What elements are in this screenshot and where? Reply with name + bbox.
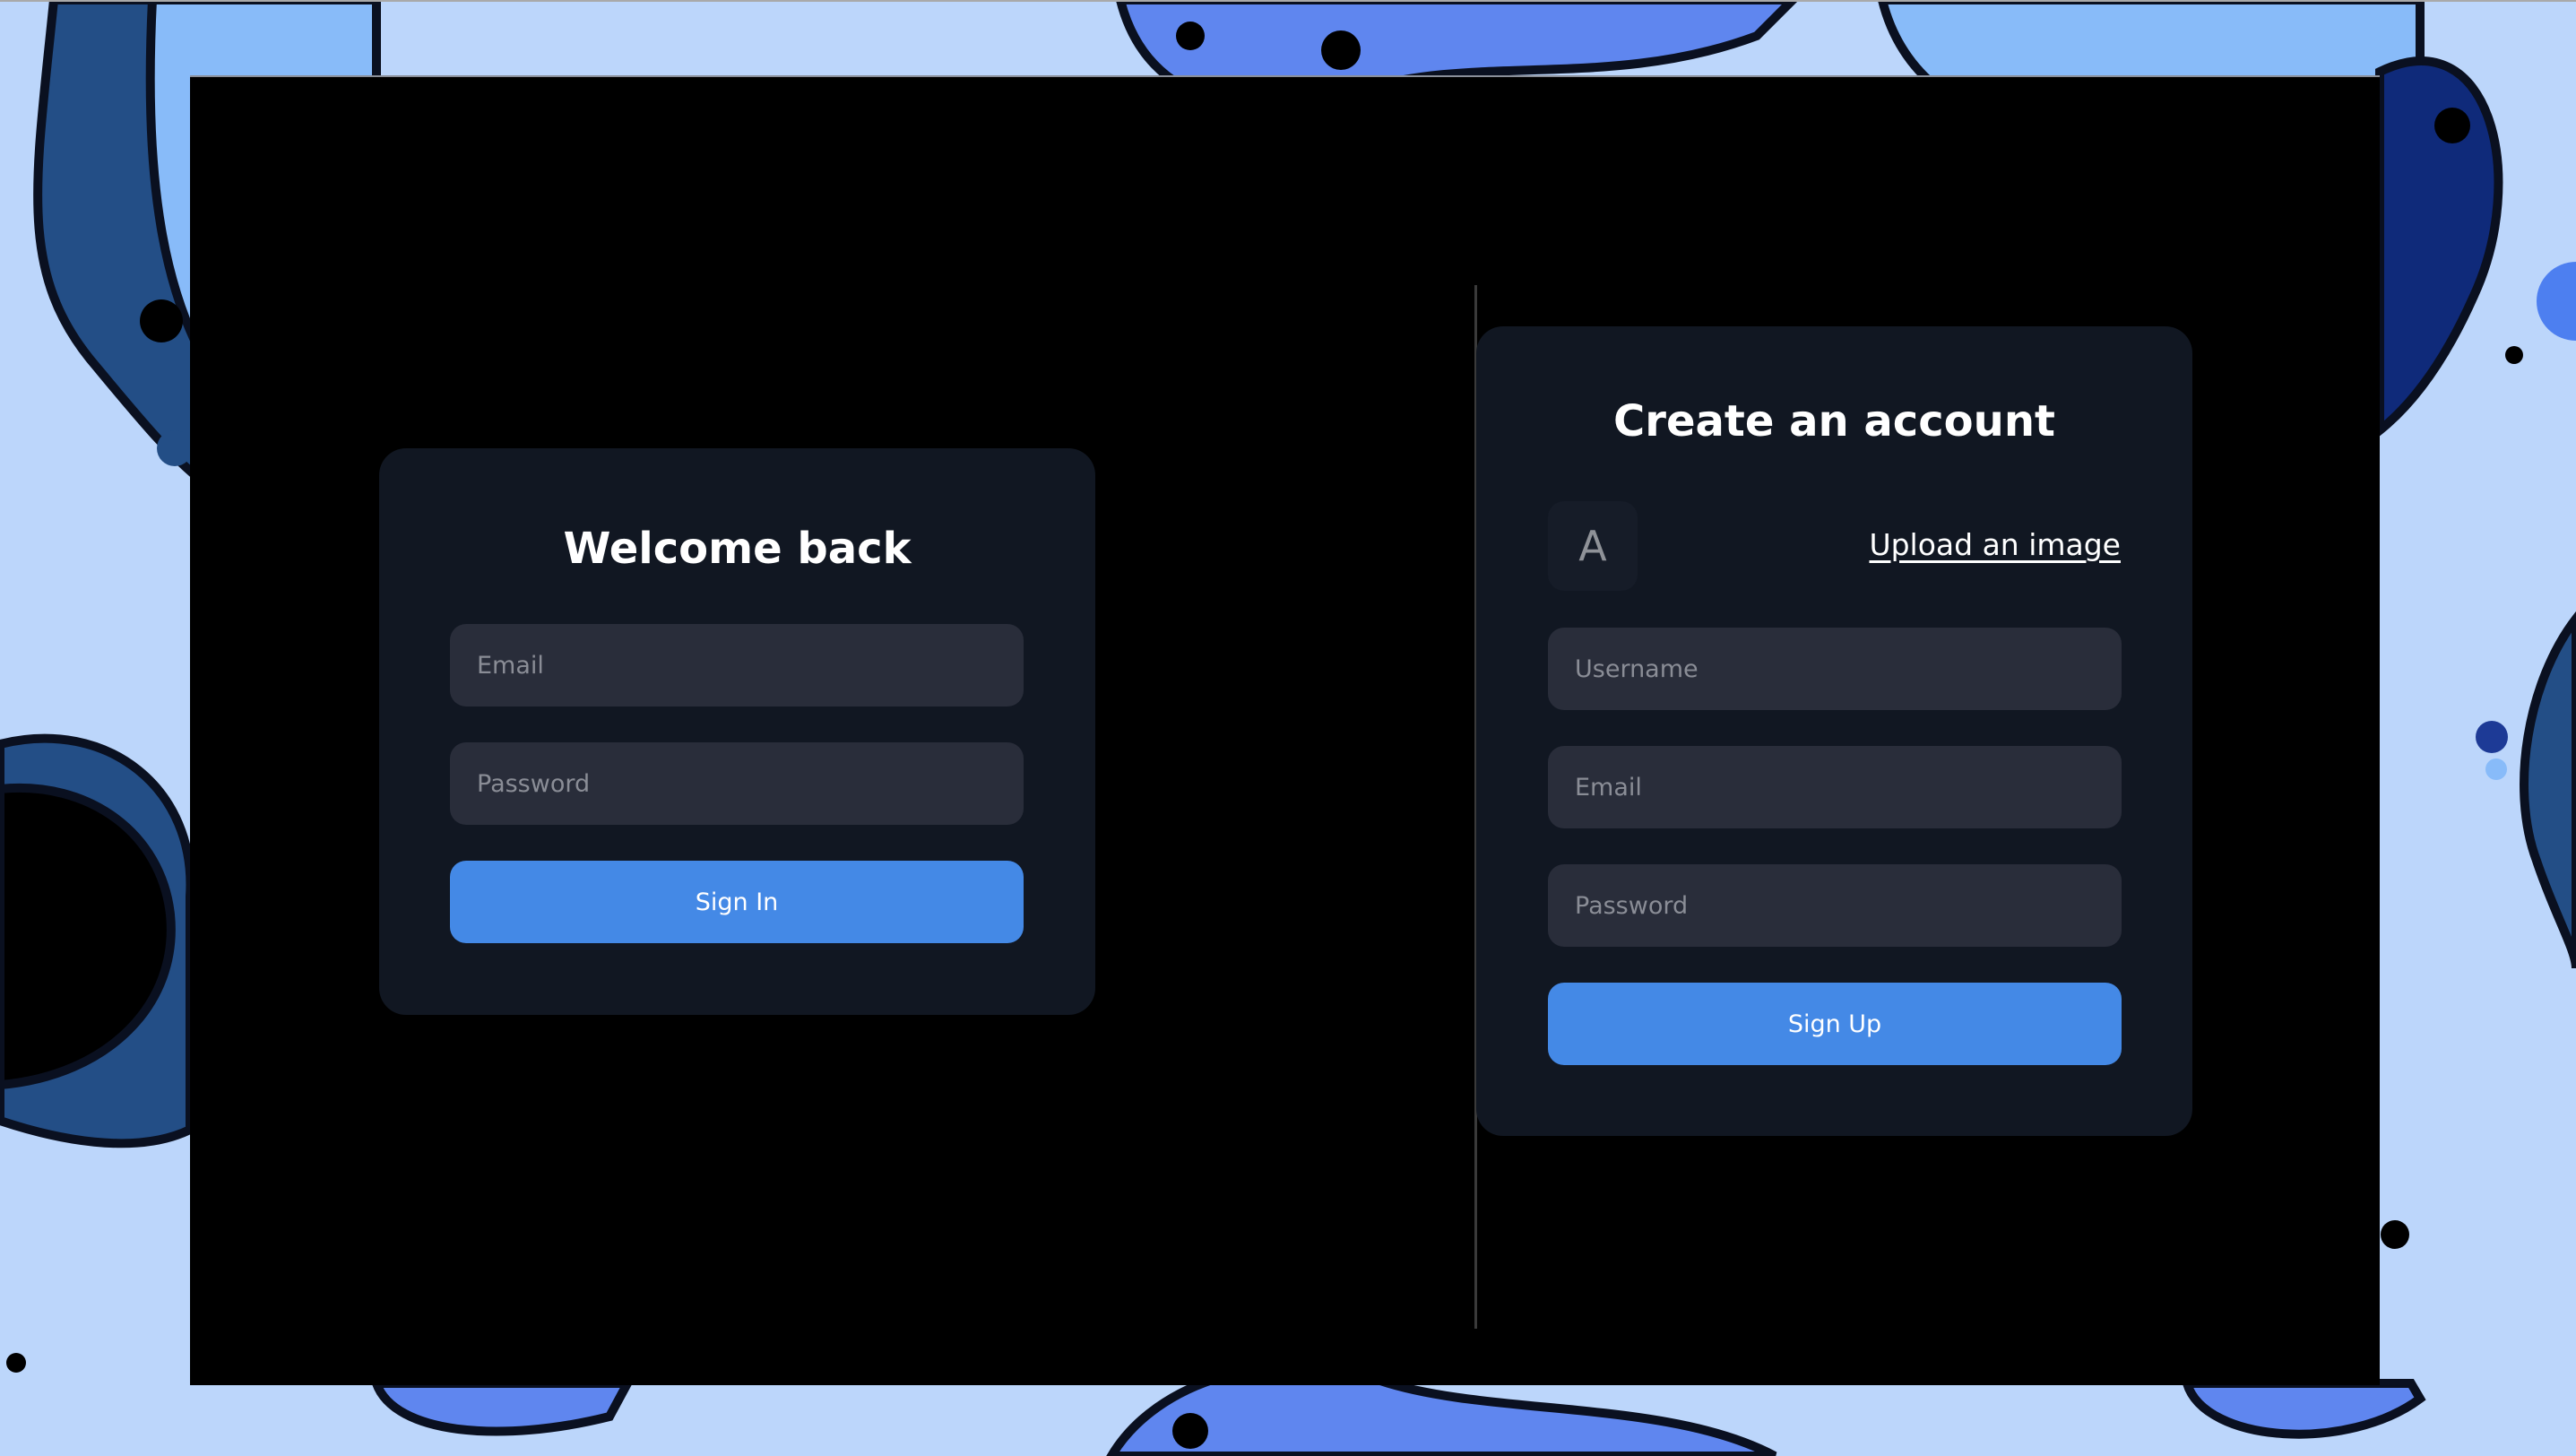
signin-card: Welcome back Sign In (379, 448, 1095, 1015)
upload-image-link[interactable]: Upload an image (1869, 527, 2121, 562)
sign-in-button[interactable]: Sign In (450, 861, 1024, 943)
signup-card: Create an account A Upload an image Sign… (1476, 326, 2192, 1136)
auth-panel: Welcome back Sign In Create an account A… (190, 75, 2380, 1385)
signin-email-input[interactable] (450, 624, 1024, 706)
signup-username-input[interactable] (1548, 628, 2122, 710)
signin-title: Welcome back (563, 524, 912, 574)
sign-up-button[interactable]: Sign Up (1548, 983, 2122, 1065)
signup-password-input[interactable] (1548, 864, 2122, 947)
signup-email-input[interactable] (1548, 746, 2122, 828)
signup-title: Create an account (1613, 396, 2055, 446)
avatar-placeholder: A (1548, 501, 1638, 591)
window-top-border (0, 0, 2576, 2)
signin-password-input[interactable] (450, 742, 1024, 825)
